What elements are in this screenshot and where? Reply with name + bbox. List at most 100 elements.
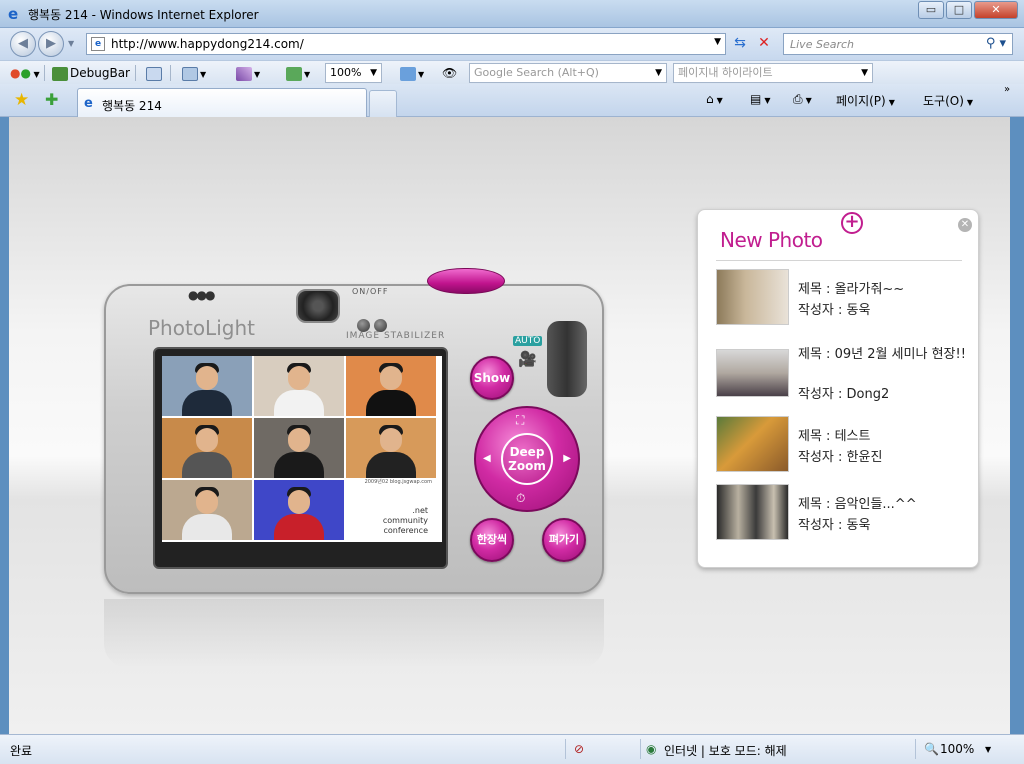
timer-icon[interactable]: ⏱	[516, 491, 525, 506]
status-bar: 완료 ⊘ ◉ 인터넷 | 보호 모드: 해제 🔍 100% ▼	[0, 734, 1024, 764]
right-arrow-icon[interactable]: ▶	[563, 453, 571, 464]
stop-icon[interactable]: ✕	[754, 35, 774, 53]
minimize-button[interactable]: ▭	[918, 1, 944, 19]
one-by-one-button[interactable]: 한장씩	[470, 518, 514, 562]
add-photo-icon[interactable]: +	[841, 212, 863, 234]
tab-happydong[interactable]: e 행복동 214	[77, 88, 367, 117]
close-button[interactable]: ✕	[974, 1, 1018, 19]
windows-live-icon[interactable]: ●● ▼	[10, 64, 40, 82]
forward-button[interactable]: ▶	[38, 31, 64, 57]
shutter-button[interactable]	[427, 268, 505, 294]
auto-label: AUTO	[513, 336, 543, 346]
highlight-input[interactable]: 페이지내 하이라이트 ▼	[673, 63, 873, 83]
caption-line: conference	[383, 526, 428, 535]
new-photo-panel: New Photo + ✕ 제목 : 올라가줘~~ 작성자 : 동욱 제목 : …	[697, 209, 979, 568]
photo-thumbnail[interactable]	[254, 418, 344, 478]
page-menu-label: 페이지(P)	[836, 94, 886, 108]
status-text: 완료	[10, 744, 33, 758]
panel-divider	[716, 260, 962, 261]
photo-thumbnail[interactable]	[254, 480, 344, 540]
left-arrow-icon[interactable]: ◀	[483, 453, 491, 464]
photo-list-item[interactable]: 제목 : 테스트 작성자 : 한윤진	[716, 416, 966, 474]
security-zone[interactable]: 인터넷 | 보호 모드: 해제	[664, 742, 787, 759]
speaker-icon: ●●●	[188, 288, 215, 302]
caption-line: .net	[412, 506, 428, 515]
zoom-select[interactable]: 100% ▼	[325, 63, 382, 83]
photo-thumbnail[interactable]	[162, 418, 252, 478]
google-search-input[interactable]: Google Search (Alt+Q) ▼	[469, 63, 667, 83]
tab-row: ★ ✚ e 행복동 214 ⌂ ▼ ▤ ▼ ⎙ ▼ 페이지(P) ▼ 도구(O) ▼ »	[0, 84, 1024, 117]
favorites-star-icon[interactable]: ★	[14, 90, 29, 110]
photo-thumb	[716, 349, 789, 397]
print-icon[interactable]: ⎙ ▼	[793, 92, 812, 107]
new-photo-title: New Photo	[720, 228, 823, 252]
photo-thumb	[716, 484, 789, 540]
photo-title: 제목 : 음악인들...^^	[798, 497, 917, 512]
toolbar-row: ●● ▼ DebugBar ▼ ▼ ▼ 100% ▼ ▼ 👁 Google Sea…	[0, 60, 1024, 84]
stabilizer-label: IMAGE STABILIZER	[346, 331, 446, 341]
screen-watermark: 2009년02 blog.jsgwap.com	[364, 479, 432, 485]
capture-tool-icon[interactable]: ▼	[400, 64, 424, 82]
caption-line: community	[382, 516, 428, 525]
debugbar-icon	[52, 66, 68, 81]
toolbar-overflow-icon[interactable]: »	[1004, 84, 1010, 95]
photo-list-item[interactable]: 제목 : 올라가줘~~ 작성자 : 동욱	[716, 269, 966, 327]
zoom-icon: 🔍	[924, 742, 939, 756]
photo-thumbnail[interactable]	[162, 480, 252, 540]
tab-ie-icon: e	[84, 96, 93, 111]
maximize-button[interactable]: □	[946, 1, 972, 19]
inspect-tool-icon[interactable]: ▼	[182, 64, 206, 82]
deep-zoom-label: Zoom	[508, 459, 546, 473]
address-bar[interactable]: e http://www.happydong214.com/ ▼	[86, 33, 726, 55]
debugbar-button[interactable]: DebugBar	[52, 64, 130, 82]
photo-author: 작성자 : 동욱	[798, 518, 871, 533]
tab-label: 행복동 214	[102, 99, 162, 113]
close-panel-icon[interactable]: ✕	[958, 218, 972, 232]
add-favorites-icon[interactable]: ✚	[45, 90, 58, 109]
zoom-level[interactable]: 100%	[940, 742, 974, 756]
eyedropper-icon[interactable]: ▼	[236, 64, 260, 82]
eye-icon[interactable]: 👁	[442, 64, 457, 82]
page-menu[interactable]: 페이지(P) ▼	[836, 92, 895, 109]
search-icon[interactable]: ⚲ ▾	[986, 36, 1006, 51]
live-search-placeholder: Live Search	[790, 38, 854, 51]
photo-thumbnail[interactable]	[254, 356, 344, 416]
mode-dial[interactable]	[547, 321, 587, 397]
home-icon[interactable]: ⌂ ▼	[706, 92, 723, 106]
live-search-box[interactable]: Live Search ⚲ ▾	[783, 33, 1013, 55]
photo-thumbnail[interactable]	[162, 356, 252, 416]
address-dropdown-icon[interactable]: ▼	[714, 37, 721, 47]
conference-caption: .net community conference	[383, 506, 428, 536]
ie-logo-icon: e	[8, 5, 19, 23]
show-button[interactable]: Show	[470, 356, 514, 400]
photo-title: 제목 : 테스트	[798, 429, 871, 444]
photo-list-item[interactable]: 제목 : 09년 2월 세미나 현장!! 작성자 : Dong2	[716, 343, 966, 405]
refresh-icon[interactable]: ⇆	[730, 35, 750, 53]
back-button[interactable]: ◀	[10, 31, 36, 57]
popup-blocker-icon[interactable]: ⊘	[574, 742, 584, 756]
page-tool-icon[interactable]	[146, 64, 164, 82]
camera-reflection	[104, 599, 604, 669]
page-content: ●●● ON/OFF PhotoLight IMAGE STABILIZER A…	[9, 117, 1010, 734]
exposure-icon[interactable]: ⛶	[516, 413, 524, 428]
spread-button[interactable]: 펴가기	[542, 518, 586, 562]
camera-brand: PhotoLight	[148, 316, 255, 340]
zoom-dropdown-icon[interactable]: ▼	[985, 745, 991, 754]
conference-card[interactable]: 2009년02 blog.jsgwap.com .net community c…	[346, 479, 436, 540]
tools-menu-label: 도구(O)	[923, 94, 964, 108]
deep-zoom-button[interactable]: Deep Zoom	[501, 433, 553, 485]
history-dropdown-icon[interactable]: ▼	[68, 39, 74, 48]
internet-zone-icon: ◉	[646, 742, 657, 756]
new-tab-button[interactable]	[369, 90, 397, 117]
photo-thumbnail[interactable]	[346, 418, 436, 478]
camera-screen: 2009년02 blog.jsgwap.com .net community c…	[153, 347, 448, 569]
feeds-icon[interactable]: ▤ ▼	[750, 92, 771, 106]
direction-pad[interactable]: ⛶ ◀ Deep Zoom ▶ ⏱	[474, 406, 580, 512]
photo-thumbnail[interactable]	[346, 356, 436, 416]
url-text[interactable]: http://www.happydong214.com/	[111, 37, 304, 51]
photolight-camera: ●●● ON/OFF PhotoLight IMAGE STABILIZER A…	[104, 268, 604, 594]
resize-tool-icon[interactable]: ▼	[286, 64, 310, 82]
tools-menu[interactable]: 도구(O) ▼	[923, 92, 973, 109]
photo-list-item[interactable]: 제목 : 음악인들...^^ 작성자 : 동욱	[716, 484, 966, 542]
window-title: 행복동 214 - Windows Internet Explorer	[28, 8, 259, 22]
